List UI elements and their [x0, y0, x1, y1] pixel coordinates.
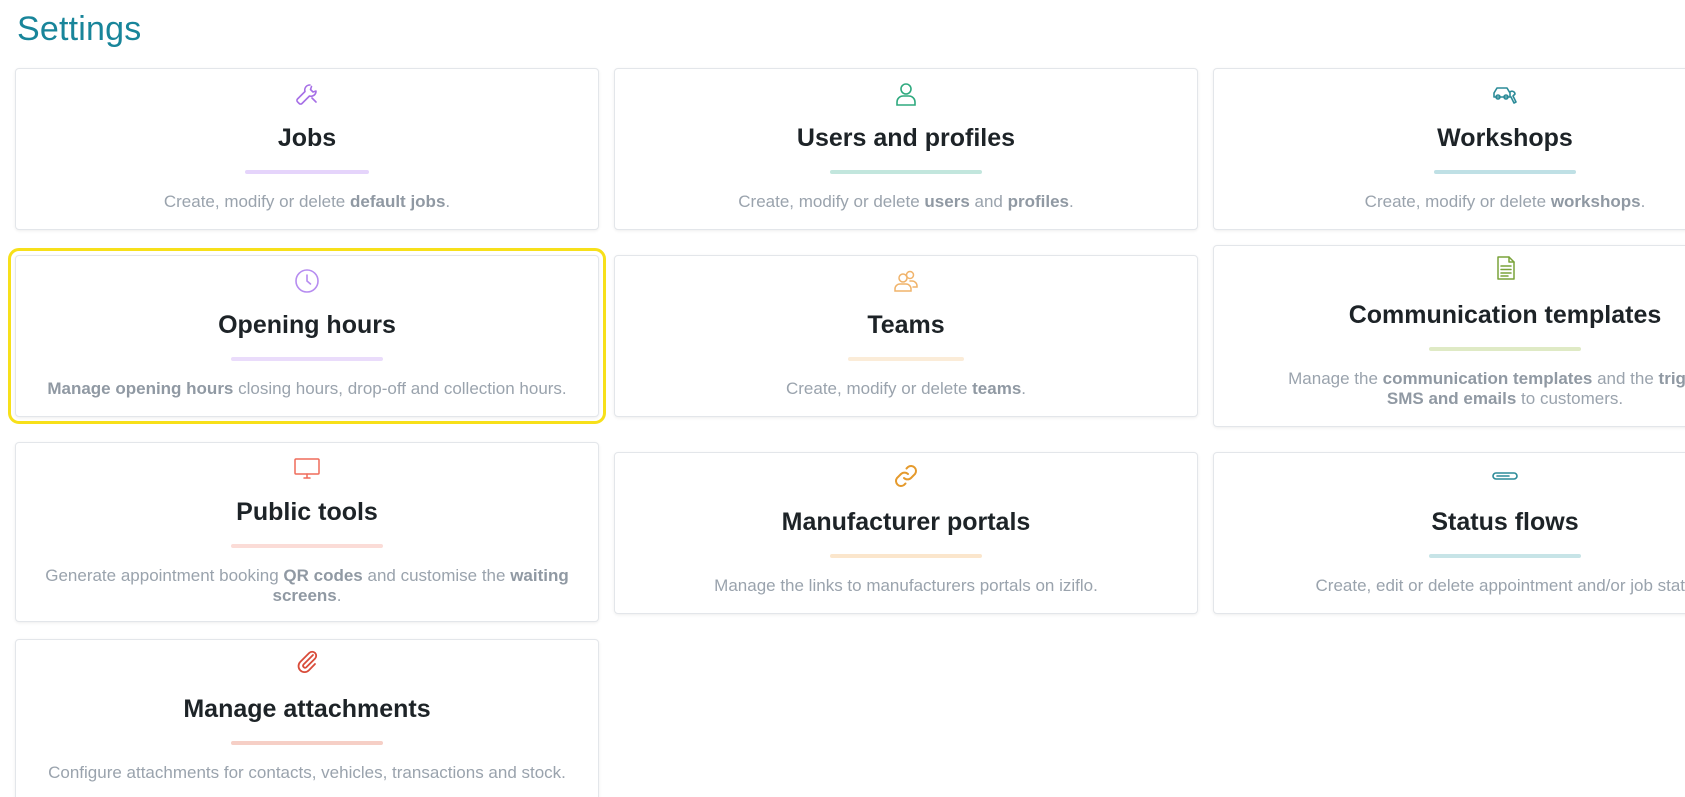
- card-underline: [830, 170, 982, 174]
- card-description: Manage the communication templates and t…: [1288, 369, 1685, 408]
- card-underline: [245, 170, 369, 174]
- status-bar-icon: [1490, 461, 1520, 491]
- card-status-flows[interactable]: Status flows Create, edit or delete appo…: [1213, 452, 1685, 614]
- card-workshops[interactable]: Workshops Create, modify or delete works…: [1213, 68, 1685, 230]
- monitor-icon: [292, 453, 322, 483]
- document-icon: [1490, 253, 1520, 283]
- card-description: Create, modify or delete users and profi…: [738, 192, 1074, 211]
- card-description: Create, edit or delete appointment and/o…: [1315, 576, 1685, 595]
- card-underline: [231, 741, 383, 745]
- card-underline: [231, 357, 383, 361]
- card-title: Public tools: [236, 498, 378, 526]
- card-description: Manage opening hours closing hours, drop…: [47, 379, 567, 398]
- card-communication-templates[interactable]: Communication templates Manage the commu…: [1213, 245, 1685, 427]
- car-repair-icon: [1490, 79, 1520, 109]
- link-icon: [891, 461, 921, 491]
- card-title: Manage attachments: [183, 695, 431, 723]
- card-description: Create, modify or delete teams.: [785, 379, 1027, 398]
- card-underline: [830, 554, 982, 558]
- card-title: Status flows: [1431, 508, 1579, 536]
- card-description: Create, modify or delete default jobs.: [163, 192, 451, 211]
- user-icon: [891, 79, 921, 109]
- card-opening-hours[interactable]: Opening hours Manage opening hours closi…: [8, 248, 606, 424]
- card-teams[interactable]: Teams Create, modify or delete teams.: [614, 255, 1198, 417]
- card-title: Users and profiles: [796, 124, 1016, 152]
- team-icon: [891, 266, 921, 296]
- card-underline: [1429, 347, 1581, 351]
- card-description: Configure attachments for contacts, vehi…: [48, 763, 566, 782]
- wrench-icon: [292, 79, 322, 109]
- card-underline: [1429, 554, 1581, 558]
- card-title: Teams: [867, 311, 945, 339]
- card-title: Workshops: [1437, 124, 1573, 152]
- card-description: Manage the links to manufacturers portal…: [714, 576, 1098, 595]
- card-title: Jobs: [277, 124, 337, 152]
- card-description: Create, modify or delete workshops.: [1364, 192, 1646, 211]
- card-underline: [1434, 170, 1576, 174]
- page-title: Settings: [17, 10, 142, 48]
- card-public-tools[interactable]: Public tools Generate appointment bookin…: [15, 442, 599, 622]
- card-underline: [848, 357, 964, 361]
- card-manufacturer-portals[interactable]: Manufacturer portals Manage the links to…: [614, 452, 1198, 614]
- card-title: Opening hours: [218, 311, 396, 339]
- card-title: Communication templates: [1348, 301, 1662, 329]
- card-description: Generate appointment booking QR codes an…: [45, 566, 569, 605]
- card-manage-attachments[interactable]: Manage attachments Configure attachments…: [15, 639, 599, 797]
- paperclip-icon: [292, 647, 322, 677]
- settings-page: Settings Jobs Create, modify or delete d…: [0, 0, 1685, 797]
- card-underline: [231, 544, 383, 548]
- card-jobs[interactable]: Jobs Create, modify or delete default jo…: [15, 68, 599, 230]
- card-users-and-profiles[interactable]: Users and profiles Create, modify or del…: [614, 68, 1198, 230]
- card-title: Manufacturer portals: [781, 508, 1031, 536]
- clock-icon: [292, 266, 322, 296]
